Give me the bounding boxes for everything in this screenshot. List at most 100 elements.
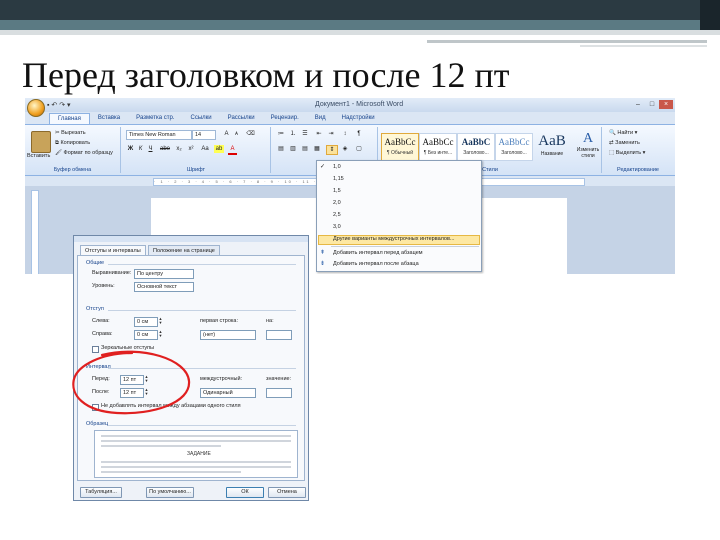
- indent-section-label: Отступ: [86, 306, 104, 312]
- outline-level-label: Уровень:: [92, 283, 115, 289]
- indent-left-input[interactable]: 0 см: [134, 317, 158, 327]
- select-label: Выделить ▾: [615, 150, 646, 156]
- style-no-spacing[interactable]: AaBbCc ¶ Без инте...: [419, 133, 457, 161]
- preview-line: [101, 435, 291, 437]
- ok-button[interactable]: ОК: [226, 487, 264, 498]
- clipboard-group-label: Буфер обмена: [53, 167, 92, 173]
- style-title[interactable]: AaB Название: [535, 131, 569, 161]
- align-left-icon[interactable]: ▤: [276, 145, 286, 153]
- style-heading-1[interactable]: AaBbC Заголово...: [457, 133, 495, 161]
- italic-button[interactable]: К: [136, 145, 145, 153]
- slide-top-band-light: [0, 30, 720, 35]
- line-spacing-button[interactable]: ⇕: [326, 145, 338, 155]
- underline-button[interactable]: Ч: [146, 145, 155, 153]
- quick-access-toolbar[interactable]: ▪ ↶ ↷ ▾: [47, 101, 71, 109]
- spacing-at-label: значение:: [266, 376, 292, 382]
- multilevel-list-icon[interactable]: ☰: [300, 130, 310, 138]
- find-label: Найти ▾: [617, 130, 638, 136]
- align-center-icon[interactable]: ▥: [288, 145, 298, 153]
- style-normal[interactable]: AaBbCc ¶ Обычный: [381, 133, 419, 161]
- minimize-icon[interactable]: –: [631, 100, 645, 109]
- numbering-icon[interactable]: ⒈: [288, 130, 298, 138]
- cancel-button[interactable]: Отмена: [268, 487, 306, 498]
- clear-format-icon[interactable]: ⌫: [246, 130, 255, 138]
- shading-icon[interactable]: ◈: [340, 145, 350, 153]
- tab-insert[interactable]: Вставка: [90, 113, 128, 124]
- first-line-select[interactable]: (нет): [200, 330, 256, 340]
- paste-icon[interactable]: [31, 131, 51, 153]
- cut-button[interactable]: ✂ Вырезать: [55, 130, 86, 136]
- replace-button[interactable]: ⇄ Заменить: [609, 140, 640, 146]
- borders-icon[interactable]: ▢: [354, 145, 364, 153]
- add-space-before-icon: ⇞: [320, 250, 326, 256]
- tab-home[interactable]: Главная: [49, 113, 90, 124]
- find-button[interactable]: 🔍 Найти ▾: [609, 130, 637, 136]
- line-spacing-option[interactable]: 2,5: [333, 211, 341, 219]
- editing-group: 🔍 Найти ▾ ⇄ Заменить ⬚ Выделить ▾ Редакт…: [603, 127, 673, 173]
- indent-left-spinner-icon[interactable]: ▲ ▼: [158, 317, 163, 325]
- select-button[interactable]: ⬚ Выделить ▾: [609, 150, 645, 156]
- set-default-button[interactable]: По умолчанию...: [146, 487, 194, 498]
- highlight-button[interactable]: ab: [214, 145, 224, 153]
- font-color-button[interactable]: A: [228, 145, 237, 155]
- bullets-icon[interactable]: ≔: [276, 130, 286, 138]
- line-spacing-option[interactable]: 2,0: [333, 199, 341, 207]
- add-space-after-icon: ⇟: [320, 261, 326, 267]
- section-divider: [108, 310, 296, 311]
- justify-icon[interactable]: ▦: [312, 145, 322, 153]
- office-button-icon[interactable]: [27, 99, 45, 117]
- indent-right-input[interactable]: 0 см: [134, 330, 158, 340]
- close-icon[interactable]: ×: [659, 100, 673, 109]
- add-space-after[interactable]: Добавить интервал после абзаца: [333, 260, 419, 268]
- show-marks-icon[interactable]: ¶: [354, 130, 364, 138]
- decrease-indent-icon[interactable]: ⇤: [314, 130, 324, 138]
- paste-button[interactable]: Вставить: [27, 153, 50, 159]
- superscript-button[interactable]: x²: [186, 145, 196, 153]
- bold-button[interactable]: Ж: [126, 145, 135, 153]
- grow-font-icon[interactable]: A: [222, 130, 231, 138]
- tab-page-layout[interactable]: Разметка стр.: [128, 113, 182, 124]
- preview-line: [101, 466, 291, 468]
- add-space-before[interactable]: Добавить интервал перед абзацем: [333, 249, 423, 257]
- cut-label: Вырезать: [61, 130, 86, 136]
- alignment-select[interactable]: По центру: [134, 269, 194, 279]
- copy-button[interactable]: ⧉ Копировать: [55, 140, 90, 147]
- more-spacing-options[interactable]: Другие варианты междустрочных интервалов…: [333, 235, 454, 243]
- indent-right-spinner-icon[interactable]: ▲ ▼: [158, 330, 163, 338]
- style-heading-2[interactable]: AaBbCc Заголово...: [495, 133, 533, 161]
- tab-mailings[interactable]: Рассылки: [220, 113, 263, 124]
- spacing-at-input[interactable]: [266, 388, 292, 398]
- general-section-label: Общие: [86, 260, 105, 266]
- tab-view[interactable]: Вид: [307, 113, 334, 124]
- format-painter-button[interactable]: 🖌 Формат по образцу: [55, 150, 113, 156]
- subscript-button[interactable]: x₂: [174, 145, 184, 153]
- line-spacing-option[interactable]: 3,0: [333, 223, 341, 231]
- outline-level-select[interactable]: Основной текст: [134, 282, 194, 292]
- preview-sample-text: ЗАДАНИЕ: [187, 451, 211, 457]
- indent-by-input[interactable]: [266, 330, 292, 340]
- tab-addins[interactable]: Надстройки: [334, 113, 383, 124]
- align-right-icon[interactable]: ▤: [300, 145, 310, 153]
- line-spacing-label: междустрочный:: [200, 376, 243, 382]
- preview-line: [101, 471, 241, 473]
- line-spacing-option[interactable]: 1,5: [333, 187, 341, 195]
- font-name-combo[interactable]: Times New Roman: [126, 130, 192, 140]
- tabs-button[interactable]: Табуляция...: [80, 487, 122, 498]
- maximize-icon[interactable]: □: [645, 100, 659, 109]
- strikethrough-button[interactable]: abe: [158, 145, 172, 153]
- font-size-combo[interactable]: 14: [192, 130, 216, 140]
- increase-indent-icon[interactable]: ⇥: [326, 130, 336, 138]
- change-case-button[interactable]: Aa: [200, 145, 210, 153]
- change-styles-button[interactable]: A Изменить стили: [573, 131, 603, 159]
- alignment-label: Выравнивание:: [92, 270, 132, 276]
- line-spacing-option[interactable]: 1,0: [333, 163, 341, 171]
- sort-icon[interactable]: ↕: [340, 130, 350, 138]
- line-spacing-select[interactable]: Одинарный: [200, 388, 256, 398]
- line-spacing-option[interactable]: 1,15: [333, 175, 344, 183]
- slide-decor-line: [427, 40, 707, 43]
- shrink-font-icon[interactable]: ᴀ: [232, 130, 241, 138]
- tab-review[interactable]: Рецензир.: [263, 113, 307, 124]
- tab-references[interactable]: Ссылки: [183, 113, 220, 124]
- vertical-ruler[interactable]: [31, 190, 39, 274]
- preview-box: ЗАДАНИЕ: [94, 430, 298, 478]
